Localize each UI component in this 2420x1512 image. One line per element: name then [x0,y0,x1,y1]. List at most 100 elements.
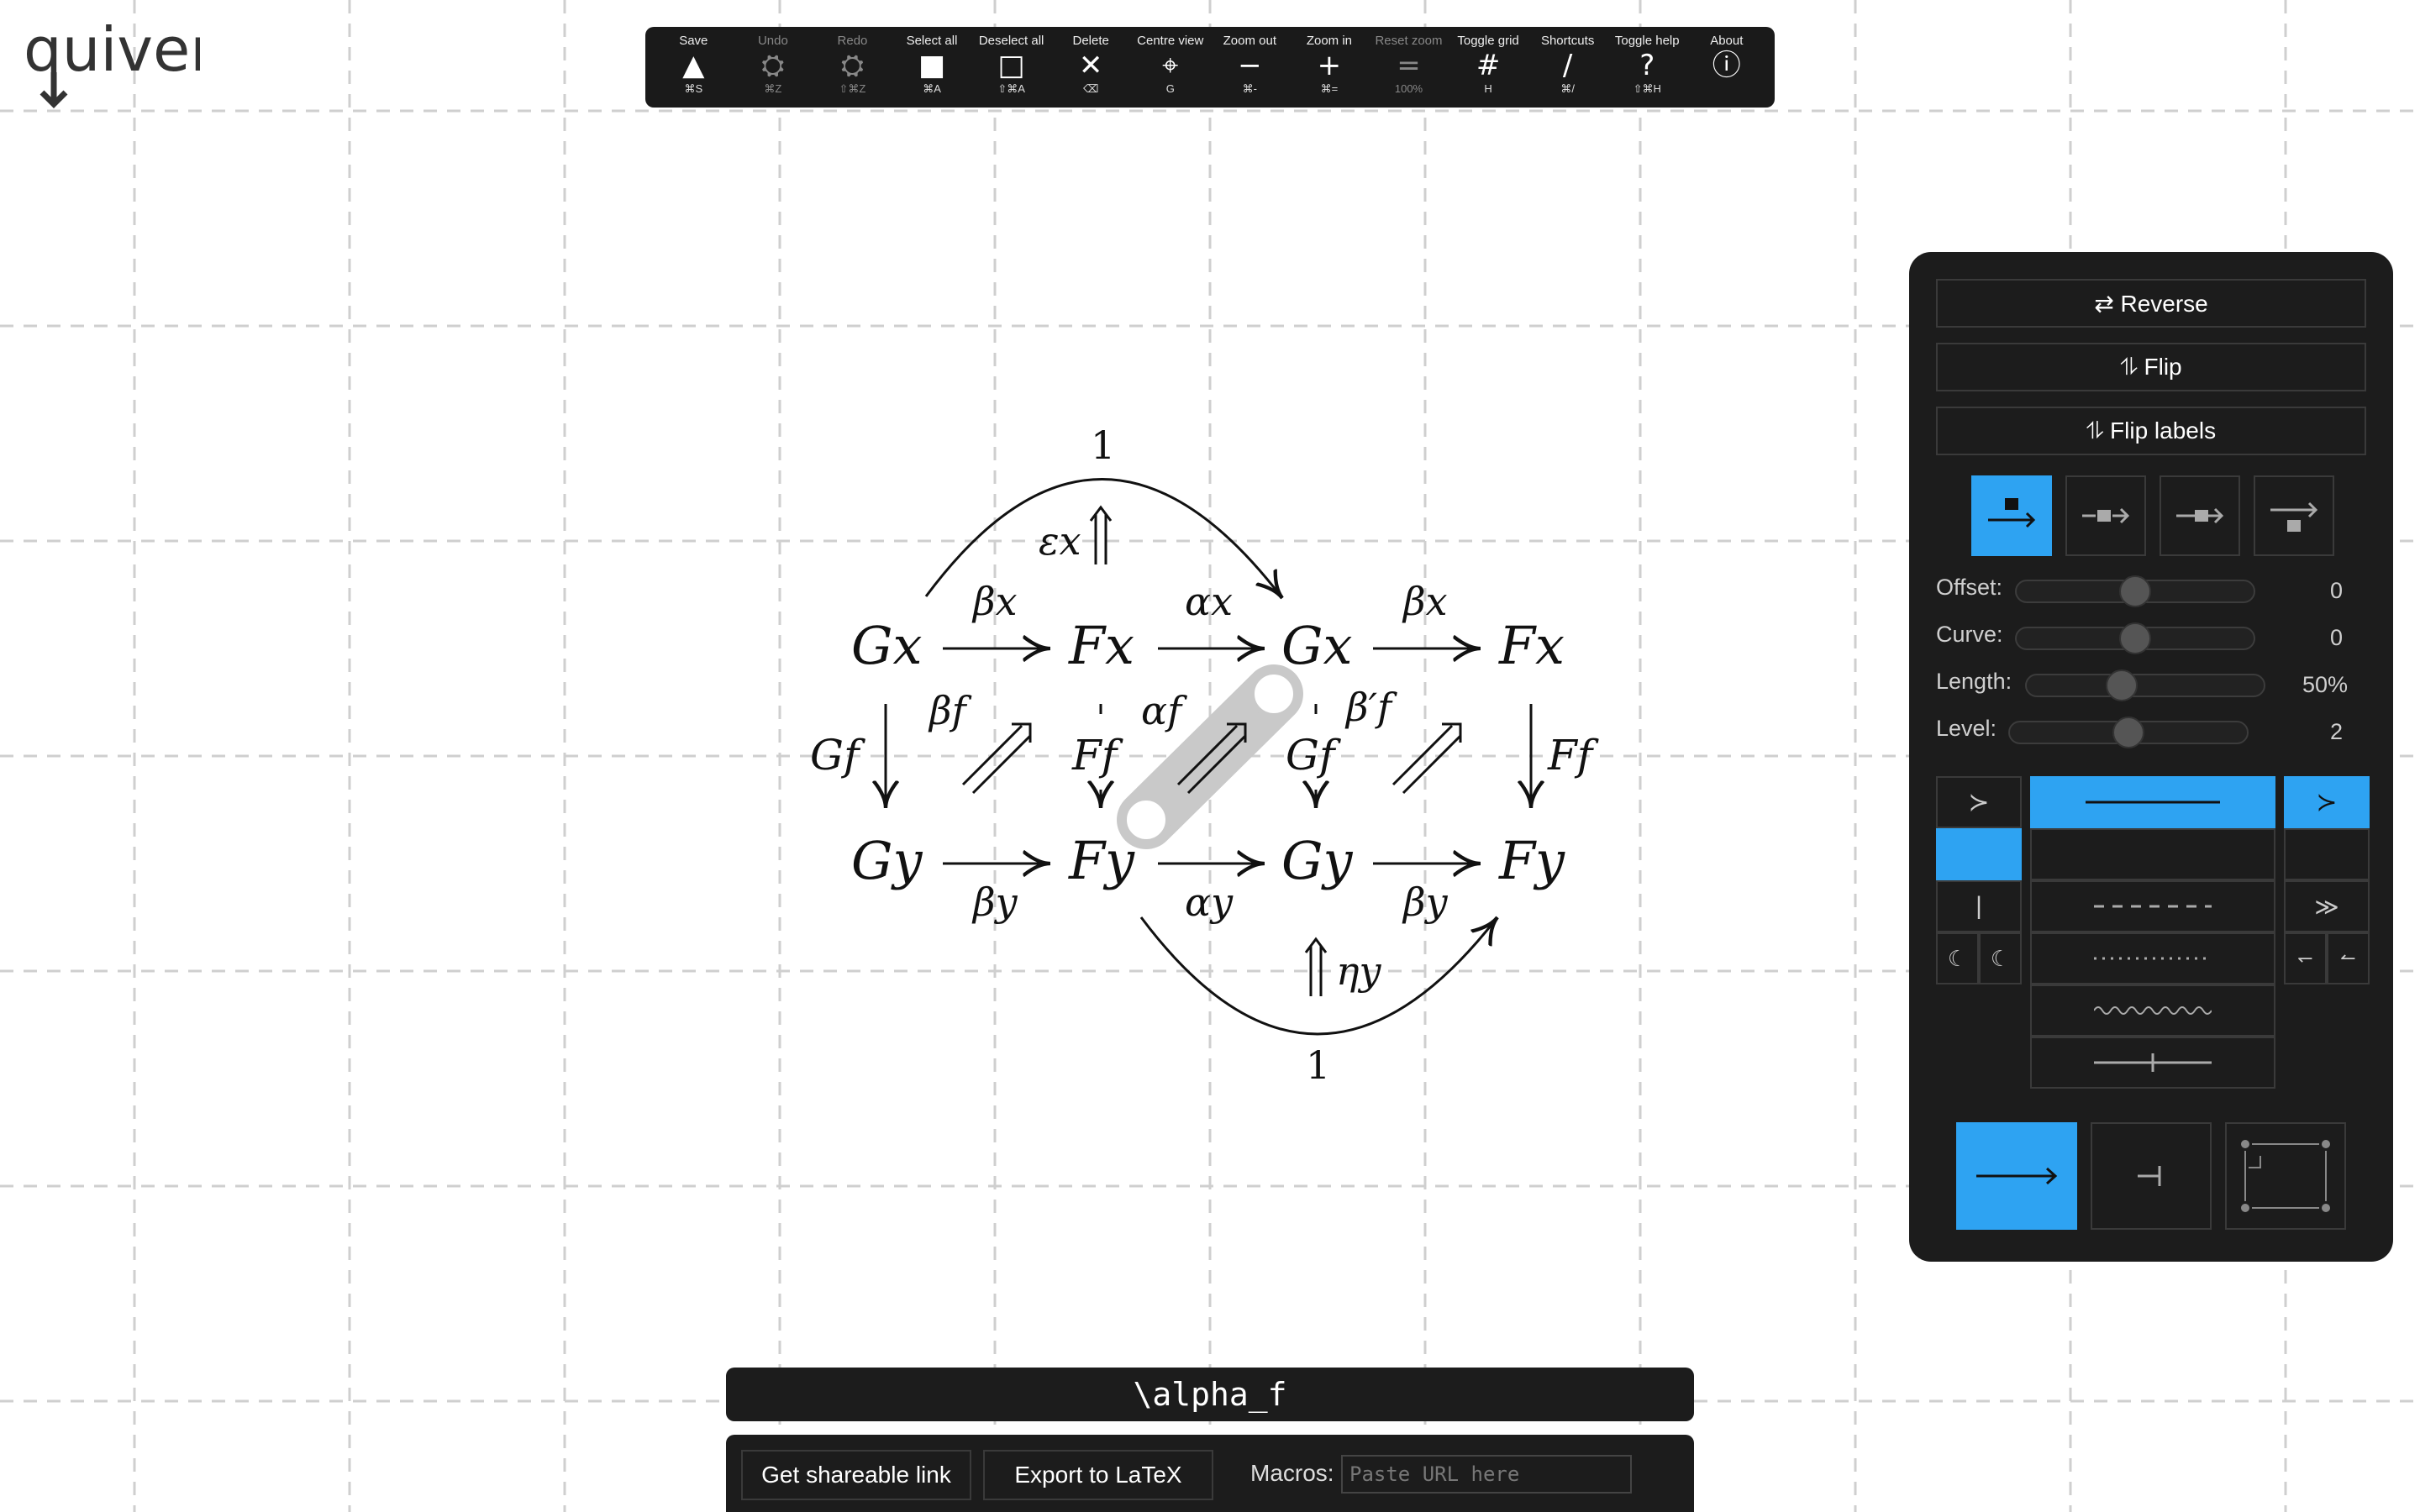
tail-style-hook-top[interactable]: ☾ [1936,932,1979,984]
level-slider[interactable] [2008,717,2249,748]
toolbar-shortcut: ⌘S [684,82,703,95]
toolbar-label: Zoom in [1306,34,1352,48]
label-position-right[interactable] [2254,475,2334,556]
toolbar-select-all-button[interactable]: Select all ■ ⌘A [892,27,972,108]
body-style-dashed[interactable] [2030,880,2275,932]
body-style-dotted[interactable] [2030,932,2275,984]
toolbar-zoom-out-button[interactable]: Zoom out − ⌘- [1210,27,1290,108]
twocell-beta-f[interactable] [961,722,1032,795]
twocell-eps-x[interactable] [1089,505,1113,564]
flip-button[interactable]: ⥮ Flip [1936,343,2366,391]
edge-type-arrow[interactable] [1956,1122,2077,1230]
toolbar-about-button[interactable]: About ⓘ [1687,27,1767,108]
head-style-none[interactable] [2284,828,2370,880]
head-style-arrow[interactable]: ≻ [2284,776,2370,828]
toolbar-undo-button[interactable]: Undo ⛭ ⌘Z [734,27,813,108]
level-label: Level: [1936,716,1997,741]
edge-type-adjunction[interactable] [2091,1122,2212,1230]
offset-slider-thumb[interactable] [2119,575,2151,607]
toolbar-label: Undo [757,34,788,48]
solid-line-icon [2086,801,2220,804]
offset-value: 0 [2329,578,2343,603]
toolbar-label: Save [679,34,708,48]
toolbar-shortcut: H [1484,82,1492,95]
length-slider-thumb[interactable] [2105,669,2138,701]
reverse-button[interactable]: ⇄ Reverse [1936,279,2366,328]
head-style-epi[interactable]: ≫ [2284,880,2370,932]
arrow-bottom-curve[interactable] [1139,917,1497,1036]
toolbar-toggle-grid-button[interactable]: Toggle grid # H [1449,27,1528,108]
export-latex-button[interactable]: Export to LaTeX [983,1450,1213,1500]
body-style-barred[interactable] [2030,1037,2275,1089]
toggle-grid-icon: # [1476,49,1501,82]
body-style-squiggly[interactable] [2030,984,2275,1037]
label-over-icon [2176,507,2224,524]
toolbar-centre-view-button[interactable]: Centre view ⌖ G [1130,27,1210,108]
tail-style-none[interactable] [1936,828,2022,880]
tail-style-hook-bottom[interactable]: ☾ [1979,932,2022,984]
object-Fx-2[interactable]: Fx [1498,615,1565,676]
toolbar-shortcut: ⌘= [1320,82,1339,95]
save-icon: ▲ [682,49,705,82]
deselect-all-icon: □ [997,49,1025,82]
toolbar-redo-button[interactable]: Redo ⛭ ⇧⌘Z [813,27,892,108]
dashed-line-icon [2094,905,2212,908]
body-style-none[interactable] [2030,828,2275,880]
label-beta-prime-f: β′f [1344,685,1397,730]
object-Fx-1[interactable]: Fx [1068,615,1134,676]
toolbar-toggle-help-button[interactable]: Toggle help? ⇧⌘H [1607,27,1687,108]
tail-style-maps-to[interactable]: | [1936,880,2022,932]
edge-type-pullback[interactable] [2225,1122,2346,1230]
object-Fy-1[interactable]: Fy [1068,830,1135,891]
toolbar-reset-zoom-button[interactable]: Reset zoom = 100% [1369,27,1449,108]
body-style-solid[interactable] [2030,776,2275,828]
object-one-bottom[interactable]: 1 [1306,1042,1330,1088]
level-value: 2 [2329,719,2343,744]
head-style-harpoon-bottom[interactable]: ↼ [2327,932,2370,984]
label-Gf-1: Gf [810,731,865,780]
head-style-harpoon-top[interactable]: ↽ [2284,932,2327,984]
toolbar-deselect-all-button[interactable]: Deselect all □ ⇧⌘A [971,27,1051,108]
delete-icon: ✕ [1078,49,1103,82]
label-position-over[interactable] [2160,475,2240,556]
label-beta-f: βf [928,688,972,733]
object-Gx-1[interactable]: Gx [851,615,923,676]
twocell-eta-y[interactable] [1304,937,1328,996]
label-beta-x-2: βx [1402,579,1448,624]
flip-labels-button[interactable]: ⥮ Flip labels [1936,407,2366,455]
selection-handle-end[interactable] [1249,669,1298,718]
label-position-left[interactable] [1971,475,2052,556]
get-shareable-link-button[interactable]: Get shareable link [741,1450,971,1500]
toolbar-label: Redo [837,34,868,48]
label-centre-icon [2082,507,2130,524]
twocell-beta-prime-f[interactable] [1392,722,1462,795]
offset-label: Offset: [1936,575,2003,600]
level-slider-thumb[interactable] [2112,717,2144,748]
object-Fy-2[interactable]: Fy [1498,830,1565,891]
toolbar-shortcuts-button[interactable]: Shortcuts / ⌘/ [1528,27,1607,108]
pullback-icon [2241,1140,2330,1212]
toolbar-shortcut: 100% [1394,82,1423,95]
curve-slider-thumb[interactable] [2119,622,2151,654]
length-slider[interactable] [2025,669,2265,701]
label-position-centre[interactable] [2065,475,2146,556]
object-Gx-2[interactable]: Gx [1281,615,1353,676]
reset-zoom-icon: = [1397,49,1421,82]
toolbar-save-button[interactable]: Save ▲ ⌘S [654,27,734,108]
object-one-top[interactable]: 1 [1091,423,1115,468]
tail-style-arrow[interactable]: ≻ [1936,776,2022,828]
tail-arrow-icon: ≻ [1968,788,1990,816]
about-icon: ⓘ [1712,49,1741,82]
label-input[interactable]: \alpha_f [726,1368,1694,1421]
offset-slider[interactable] [2015,575,2255,607]
curve-slider[interactable] [2015,622,2255,654]
adjunction-icon [2138,1166,2161,1186]
macros-url-input[interactable] [1341,1455,1632,1494]
label-beta-y-2: βy [1402,879,1449,925]
toolbar-shortcut: ⌫ [1082,82,1099,95]
toolbar-delete-button[interactable]: Delete ✕ ⌫ [1051,27,1131,108]
object-Gy-1[interactable]: Gy [851,830,923,891]
toolbar-shortcut: ⇧⌘A [997,82,1025,95]
object-Gy-2[interactable]: Gy [1281,830,1354,891]
toolbar-zoom-in-button[interactable]: Zoom in + ⌘= [1290,27,1370,108]
